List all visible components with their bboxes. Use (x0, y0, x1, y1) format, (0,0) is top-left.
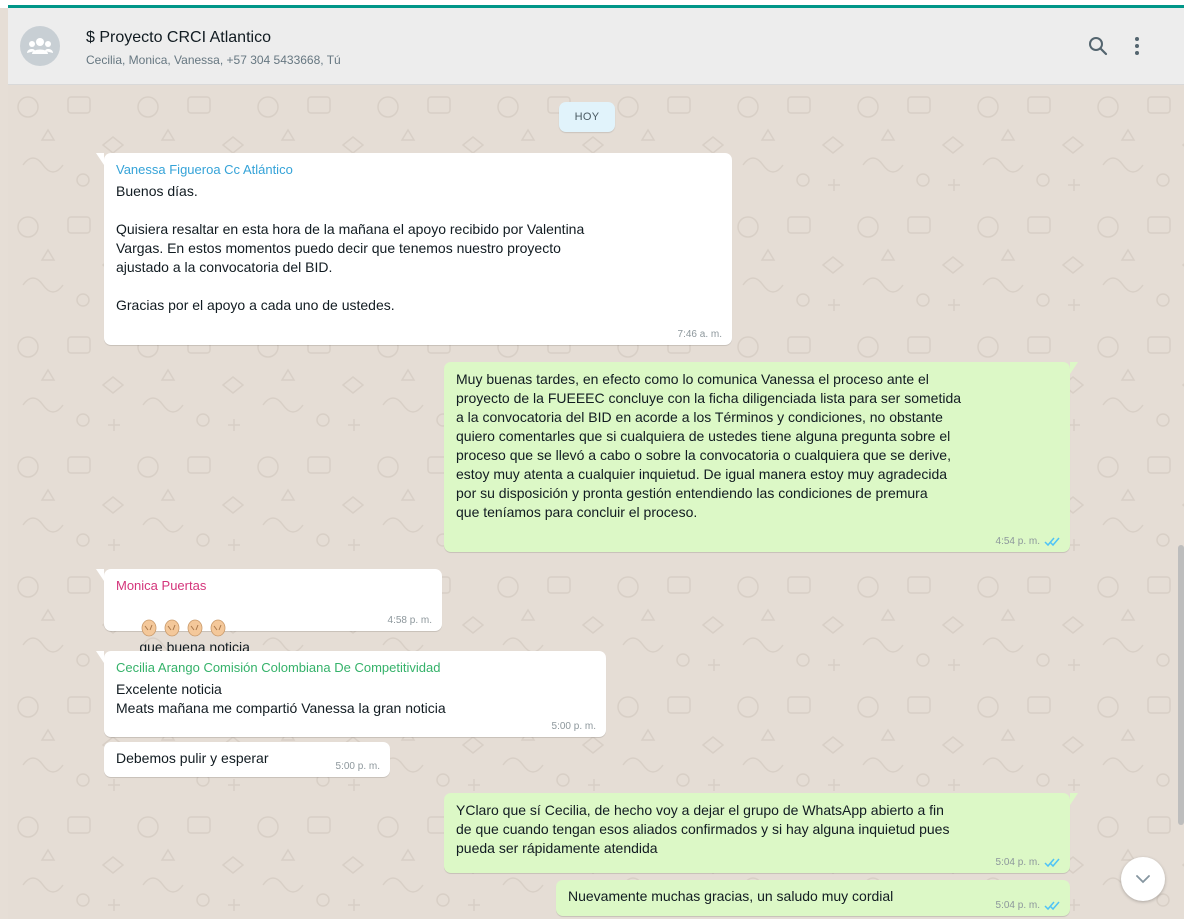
clapping-hands-icon (141, 619, 226, 637)
message-text: Muy buenas tardes, en efecto como lo com… (456, 371, 962, 520)
chat-title[interactable]: $ Proyecto CRCI Atlantico (86, 29, 271, 47)
message-bubble[interactable]: YClaro que sí Cecilia, de hecho voy a de… (444, 793, 1078, 873)
date-divider: HOY (559, 102, 615, 132)
bubble-tail (96, 651, 104, 663)
message-sender[interactable]: Vanessa Figueroa Cc Atlántico (116, 161, 720, 179)
bubble-tail (96, 569, 104, 581)
message-time: 5:04 p. m. (996, 900, 1060, 911)
message-time: 5:00 p. m. (335, 761, 380, 772)
message-text: YClaro que sí Cecilia, de hecho voy a de… (456, 802, 950, 856)
message-time: 7:46 a. m. (677, 329, 722, 340)
message-time: 5:00 p. m. (551, 721, 596, 732)
message-text: Nuevamente muchas gracias, un saludo muy… (568, 888, 894, 904)
double-check-icon (1044, 858, 1060, 867)
menu-button[interactable] (1123, 32, 1151, 60)
message-sender[interactable]: Monica Puertas (116, 577, 430, 595)
bubble-tail (1070, 362, 1078, 374)
message-sender[interactable]: Cecilia Arango Comisión Colombiana De Co… (116, 659, 594, 677)
message-bubble[interactable]: Muy buenas tardes, en efecto como lo com… (444, 362, 1078, 552)
message-time: 4:58 p. m. (387, 615, 432, 626)
message-bubble[interactable]: Debemos pulir y esperar 5:00 p. m. (104, 742, 390, 777)
chat-header[interactable]: $ Proyecto CRCI Atlantico Cecilia, Monic… (8, 8, 1184, 85)
search-icon (1089, 37, 1108, 56)
chat-messages-pane[interactable]: HOY Vanessa Figueroa Cc Atlántico Buenos… (8, 85, 1184, 919)
message-time: 4:54 p. m. (996, 536, 1060, 547)
bubble-tail (96, 153, 104, 165)
message-bubble[interactable]: Cecilia Arango Comisión Colombiana De Co… (96, 651, 606, 737)
search-button[interactable] (1084, 32, 1112, 60)
message-bubble[interactable]: Nuevamente muchas gracias, un saludo muy… (556, 880, 1070, 916)
message-bubble[interactable]: Vanessa Figueroa Cc Atlántico Buenos día… (96, 153, 732, 345)
scroll-to-bottom-button[interactable] (1121, 857, 1165, 901)
group-avatar-icon[interactable] (20, 26, 60, 66)
chat-participants[interactable]: Cecilia, Monica, Vanessa, +57 304 543366… (86, 53, 341, 67)
chat-scrollbar[interactable] (1178, 545, 1184, 825)
message-text: Excelente noticia Meats mañana me compar… (116, 681, 446, 716)
chevron-down-icon (1136, 875, 1150, 884)
window-top-bar (0, 0, 1184, 8)
message-text: Buenos días. Quisiera resaltar en esta h… (116, 183, 585, 313)
message-bubble[interactable]: Monica Puertas que buena noticia 4:58 p.… (96, 569, 442, 655)
more-vert-icon (1135, 37, 1139, 55)
double-check-icon (1044, 537, 1060, 546)
message-time: 5:04 p. m. (996, 857, 1060, 868)
double-check-icon (1044, 901, 1060, 910)
bubble-tail (1070, 793, 1078, 805)
